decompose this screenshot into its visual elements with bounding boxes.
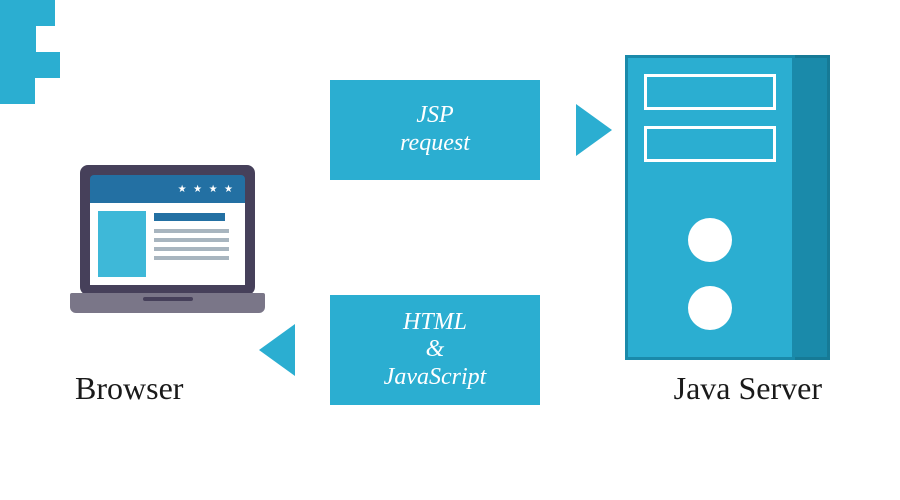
response-box: HTML & JavaScript bbox=[330, 295, 540, 405]
browser-icon: ★ ★ ★ ★ bbox=[70, 165, 265, 330]
server-label: Java Server bbox=[674, 370, 822, 407]
response-line2: & bbox=[426, 336, 445, 364]
arrow-left-icon bbox=[259, 324, 295, 376]
server-button-icon bbox=[688, 286, 732, 330]
server-front bbox=[625, 55, 795, 360]
text-lines-icon bbox=[154, 211, 237, 277]
text-line-icon bbox=[154, 238, 229, 242]
server-button-icon bbox=[688, 218, 732, 262]
arrow-right-icon bbox=[576, 104, 612, 156]
server-slot-icon bbox=[644, 74, 776, 110]
server-buttons bbox=[688, 218, 732, 330]
jsp-flow-diagram: ★ ★ ★ ★ Browser JSP request H bbox=[0, 0, 900, 500]
laptop-header: ★ ★ ★ ★ bbox=[90, 175, 245, 203]
laptop-trackpad-icon bbox=[143, 297, 193, 301]
response-line1: HTML bbox=[403, 309, 467, 337]
text-line-icon bbox=[154, 247, 229, 251]
response-arrow-line bbox=[0, 78, 35, 104]
laptop-body bbox=[90, 203, 245, 285]
heading-line-icon bbox=[154, 213, 225, 221]
thumbnail-icon bbox=[98, 211, 146, 277]
text-line-icon bbox=[154, 229, 229, 233]
browser-label: Browser bbox=[75, 370, 183, 407]
laptop-screen: ★ ★ ★ ★ bbox=[80, 165, 255, 295]
server-side-panel bbox=[795, 55, 830, 360]
request-arrow-line bbox=[0, 26, 36, 52]
request-line2: request bbox=[400, 130, 470, 158]
response-arrow-tail bbox=[0, 52, 60, 78]
rating-stars-icon: ★ ★ ★ ★ bbox=[178, 184, 235, 195]
request-box: JSP request bbox=[330, 80, 540, 180]
text-line-icon bbox=[154, 256, 229, 260]
response-line3: JavaScript bbox=[384, 364, 487, 392]
request-arrow-tail bbox=[0, 0, 55, 26]
laptop-base-icon bbox=[70, 293, 265, 313]
server-icon bbox=[625, 55, 830, 360]
request-line1: JSP bbox=[416, 102, 453, 130]
server-slot-icon bbox=[644, 126, 776, 162]
